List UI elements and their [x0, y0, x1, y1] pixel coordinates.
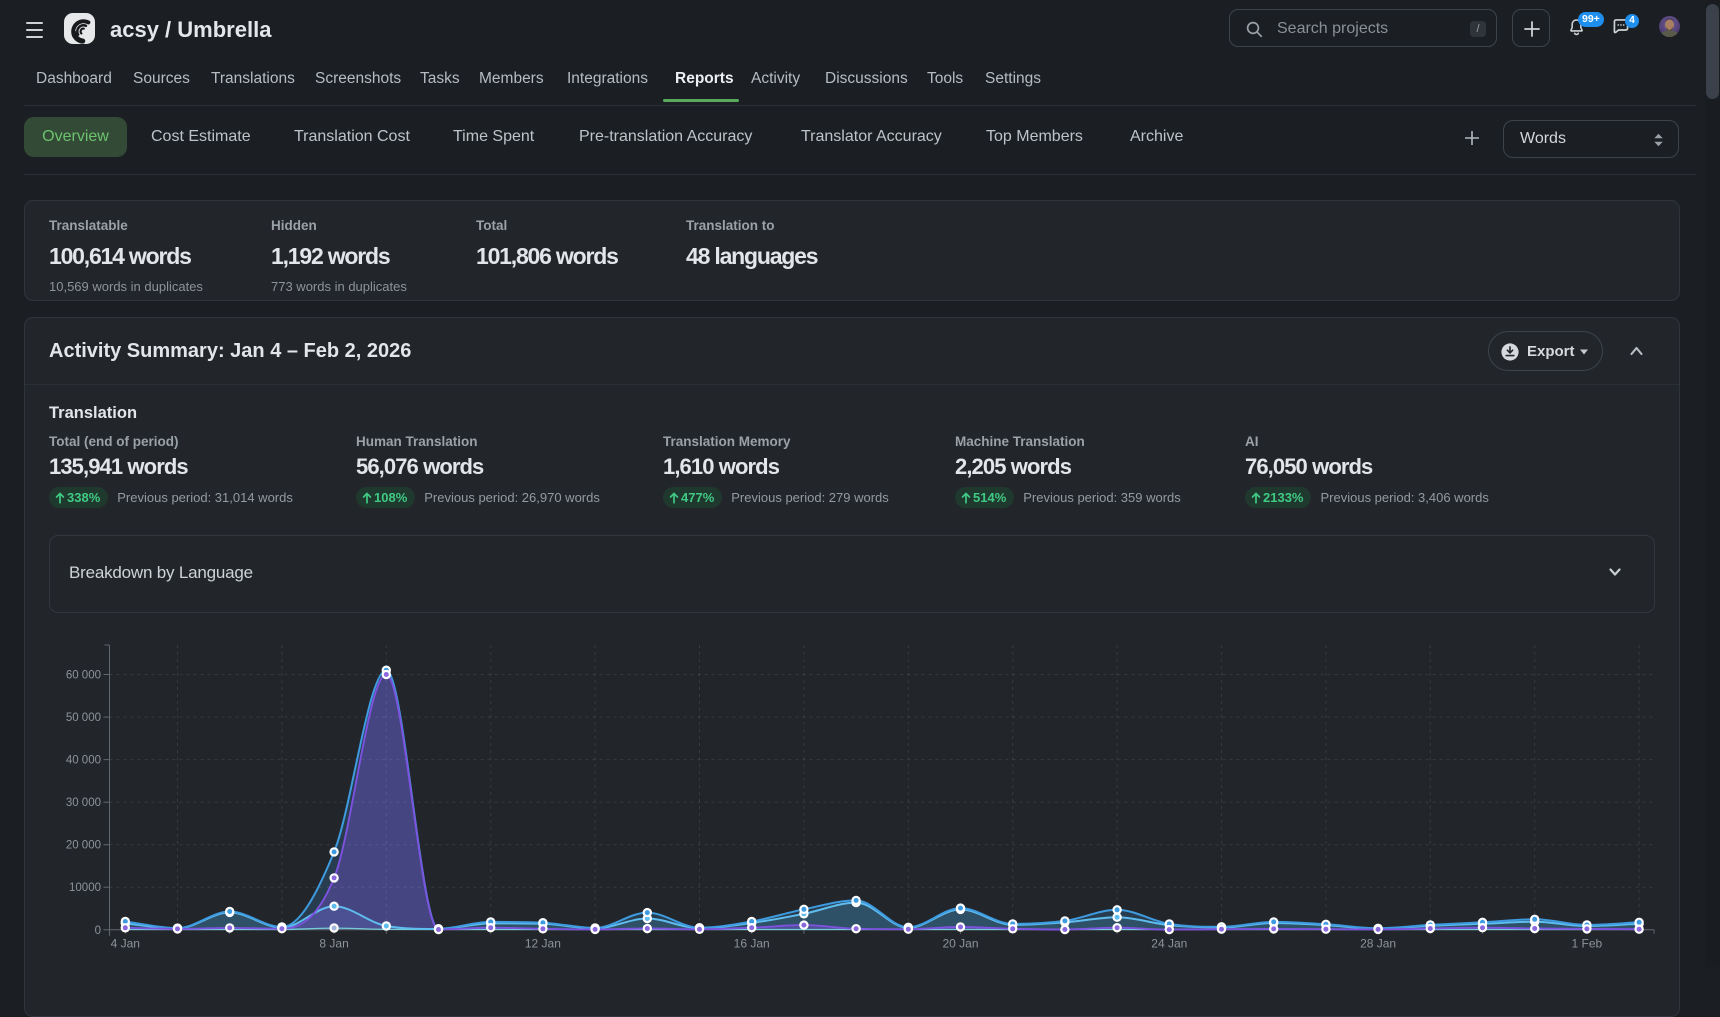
svg-text:4 Jan: 4 Jan [111, 937, 140, 951]
svg-text:28 Jan: 28 Jan [1360, 937, 1396, 951]
svg-text:40 000: 40 000 [66, 755, 101, 767]
svg-text:30 000: 30 000 [66, 797, 101, 809]
svg-text:1 Feb: 1 Feb [1572, 937, 1603, 951]
svg-text:8 Jan: 8 Jan [319, 937, 348, 951]
svg-text:16 Jan: 16 Jan [734, 937, 770, 951]
svg-text:20 000: 20 000 [66, 840, 101, 852]
svg-text:24 Jan: 24 Jan [1151, 937, 1187, 951]
svg-text:0: 0 [95, 925, 101, 937]
svg-text:12 Jan: 12 Jan [525, 937, 561, 951]
svg-text:10000: 10000 [69, 882, 101, 894]
svg-text:50 000: 50 000 [66, 712, 101, 724]
svg-text:20 Jan: 20 Jan [942, 937, 978, 951]
svg-text:60 000: 60 000 [66, 670, 101, 682]
